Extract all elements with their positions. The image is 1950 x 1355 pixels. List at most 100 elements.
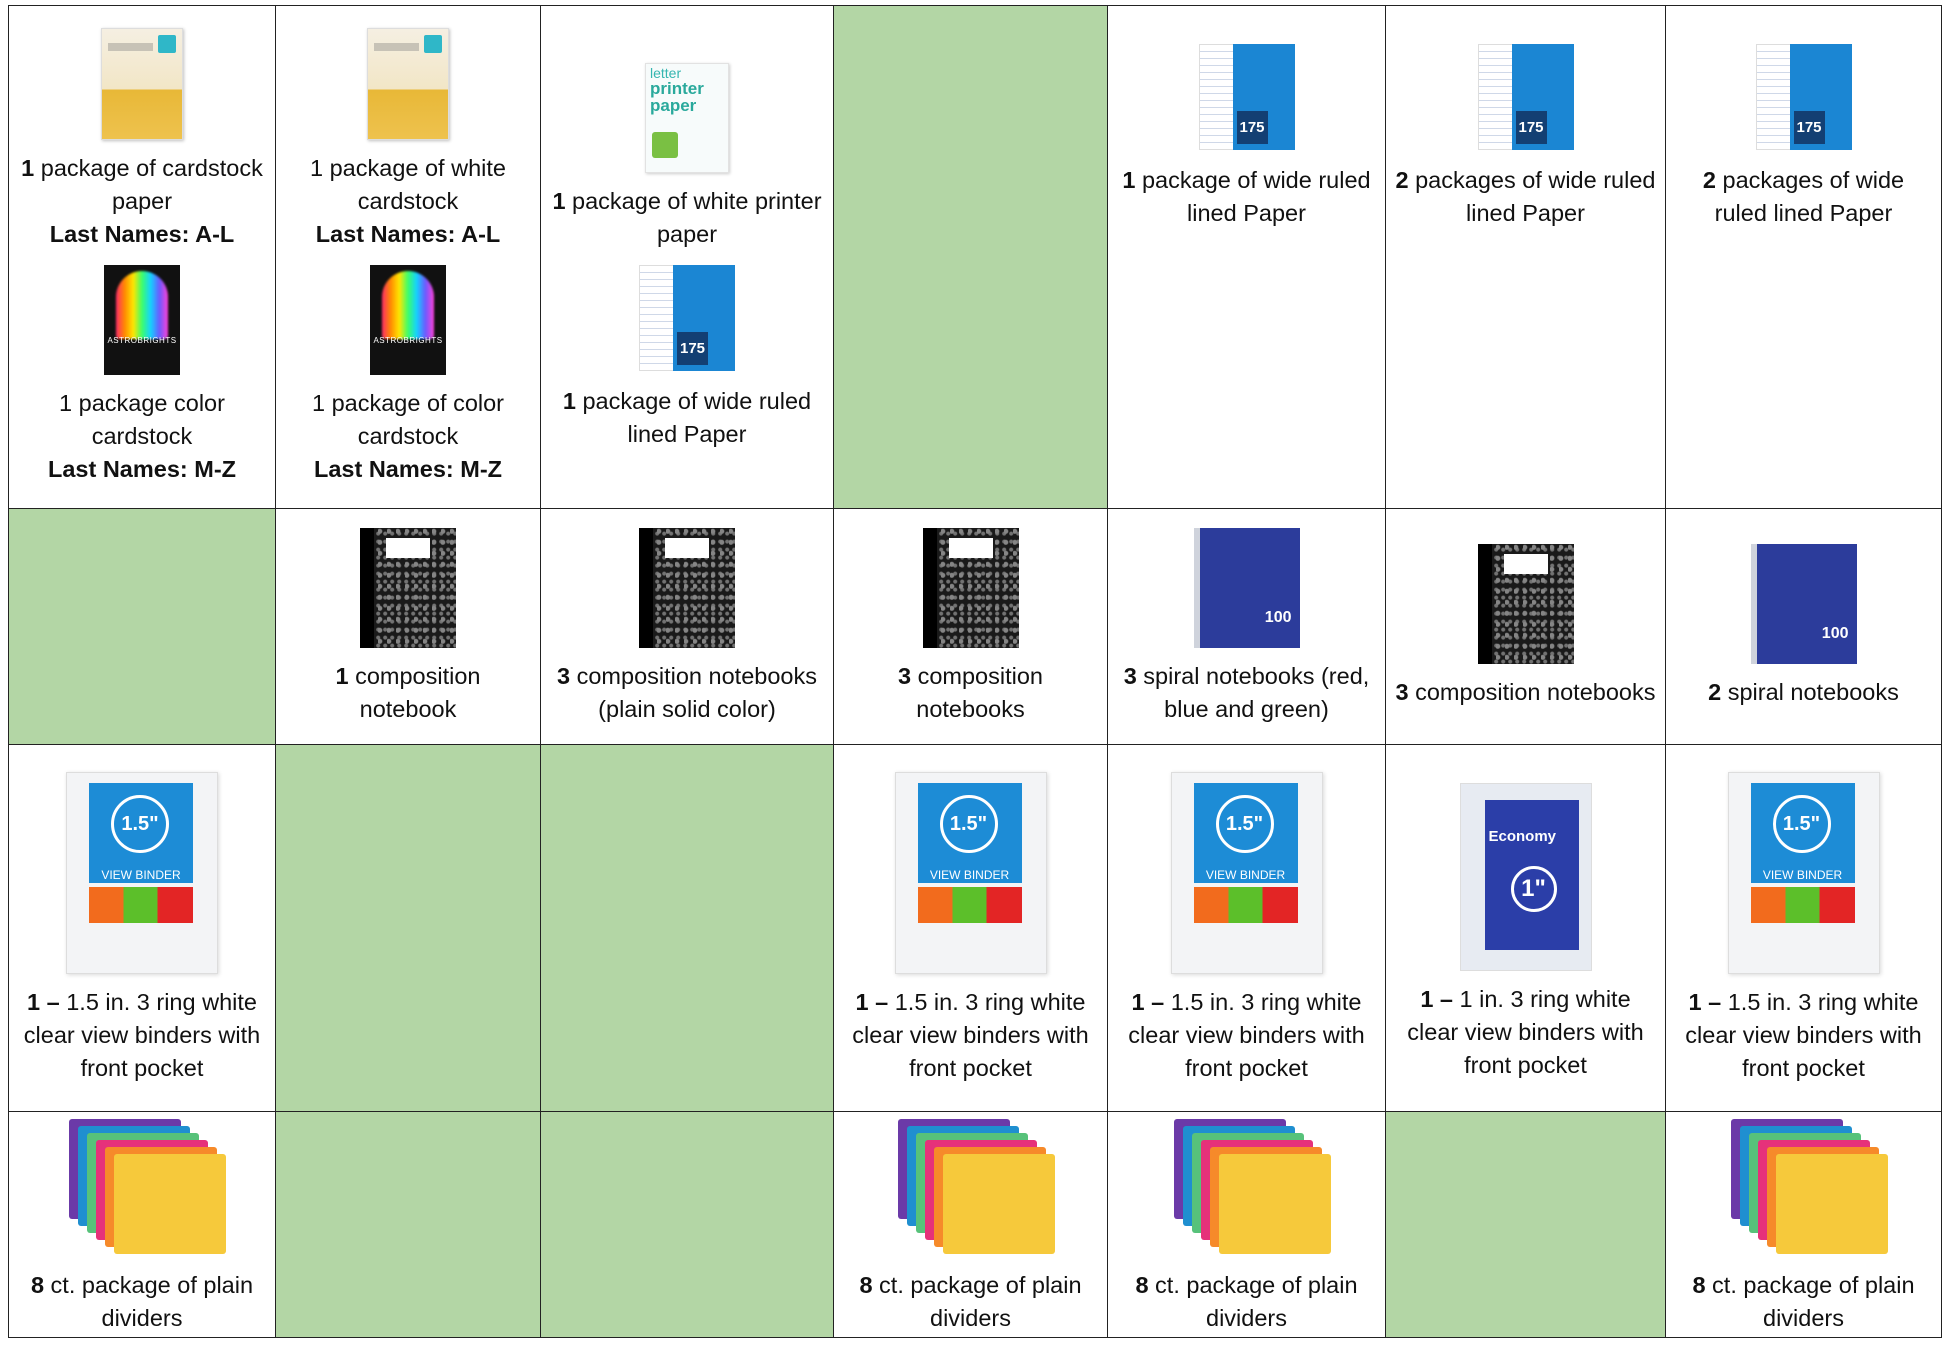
supply-quantity: 2 [1708,679,1722,705]
supply-text: 1 – 1.5 in. 3 ring white clear view bind… [1109,986,1385,1085]
supply-cell: 1 composition notebook [275,508,541,745]
supply-quantity: 1 [562,388,576,414]
empty-cell [833,5,1108,509]
supply-quantity: 1 [21,155,35,181]
supply-text: 8 ct. package of plain dividers [10,1269,275,1335]
supply-cell: 2 packages of wide ruled lined Paper [1665,5,1942,509]
supply-quantity: 1 – [27,988,60,1015]
empty-cell [275,1111,541,1338]
supply-quantity: 1 – [1131,988,1165,1015]
supply-cell: 3 composition notebooks [833,508,1108,745]
supply-text: 1 – 1.5 in. 3 ring white clear view bind… [835,986,1107,1085]
spiral-notebook-icon [1193,527,1300,648]
supply-description: ct. package of plain dividers [872,1271,1082,1331]
supply-cell: 1.5" VIEW BINDER 1 – 1.5 in. 3 ring white … [1107,744,1386,1112]
view-binder-icon: 1.5" VIEW BINDER [66,771,218,974]
supply-text: 8 ct. package of plain dividers [835,1269,1107,1335]
supply-text: 2 packages of wide ruled lined Paper [1667,164,1941,230]
dividers-icon [1719,1115,1889,1257]
supply-quantity: 8 [859,1271,873,1298]
supply-description: 1.5 in. 3 ring white clear view binders … [852,988,1089,1081]
supply-text: 1 package of white printer paper [542,185,833,251]
composition-notebook-icon [922,527,1019,648]
dividers-icon [886,1115,1056,1257]
supply-description: package of wide ruled lined Paper [575,388,812,447]
avery-binder-icon: Economy 1" [1459,783,1592,971]
supply-description: ct. package of plain dividers [1148,1271,1358,1331]
supply-quantity: 8 [1692,1271,1706,1298]
supply-text: 3 composition notebooks [1388,676,1664,709]
supply-description: packages of wide ruled lined Paper [1408,167,1656,226]
supply-text: 3 spiral notebooks (red, blue and green) [1109,660,1385,726]
supply-text: 3 composition notebooks (plain solid col… [542,660,833,726]
supply-description: package of wide ruled lined Paper [1135,167,1371,226]
supply-quantity: 3 [1123,662,1137,689]
supply-description: package of cardstock paper [34,155,263,214]
cardstock-package-icon [101,28,183,140]
binder-ring-size: 1.5" [111,794,169,853]
supply-cell: 8 ct. package of plain dividers [8,1111,276,1338]
empty-cell [540,1111,834,1338]
supply-cell: 8 ct. package of plain dividers [1665,1111,1942,1338]
printer-paper-icon: letter printer paper [645,63,729,173]
supply-quantity: 1 [552,188,566,214]
spiral-notebook-icon [1750,544,1857,664]
supply-cell: 1.5" VIEW BINDER 1 – 1.5 in. 3 ring white … [8,744,276,1112]
supply-text: 1 – 1.5 in. 3 ring white clear view bind… [1667,986,1941,1085]
supply-description: ct. package of plain dividers [1705,1271,1915,1331]
supply-description: composition notebooks [1408,679,1656,705]
supply-description: 1.5 in. 3 ring white clear view binders … [1685,988,1922,1081]
supply-cell: 8 ct. package of plain dividers [1107,1111,1386,1338]
supply-cell: 3 composition notebooks (plain solid col… [540,508,834,745]
empty-cell [540,744,834,1112]
supply-cell: 1 package of cardstock paper Last Names: … [8,5,276,509]
supply-description: composition notebooks (plain solid color… [570,662,817,722]
supply-quantity: 1 – [1688,988,1722,1015]
supply-text: 1 – 1 in. 3 ring white clear view binder… [1387,983,1665,1082]
view-binder-icon: 1.5" VIEW BINDER [1727,771,1880,974]
dividers-icon [1162,1115,1332,1257]
supply-cell: 2 packages of wide ruled lined Paper [1385,5,1666,509]
avery-brand: Economy [1488,828,1557,845]
filler-paper-icon [1198,44,1295,152]
supply-quantity: 2 [1395,167,1409,193]
composition-notebook-icon [639,527,735,648]
avery-ring-size: 1" [1510,866,1557,912]
supply-quantity: 1 – [1420,986,1453,1012]
supply-text: 2 spiral notebooks [1700,676,1907,709]
table-row: 1 package of cardstock paper Last Names: … [8,5,1942,509]
composition-notebook-icon [1477,544,1574,664]
supply-description: 1 package color cardstock [59,390,225,449]
filler-paper-icon [1477,44,1574,152]
last-names-note: Last Names: M-Z [313,456,503,482]
supply-cell: Economy 1" 1 – 1 in. 3 ring white clear vi… [1385,744,1666,1112]
supply-description: spiral notebooks (red, blue and green) [1136,662,1370,722]
supply-quantity: 1 – [855,988,889,1015]
table-row: 8 ct. package of plain dividers 8 ct. pac… [8,1111,1942,1338]
supply-description: spiral notebooks [1721,679,1899,705]
supply-text: 2 packages of wide ruled lined Paper [1387,164,1665,230]
supply-text: 1 package of wide ruled lined Paper [542,385,833,451]
empty-cell [8,508,276,745]
supply-cell: 2 spiral notebooks [1665,508,1942,745]
supply-description: 1 package of white cardstock [310,155,506,214]
supply-grid: 1 package of cardstock paper Last Names: … [8,5,1942,1338]
supply-text: 1 package of wide ruled lined Paper [1109,164,1385,230]
view-binder-icon: 1.5" VIEW BINDER [894,771,1047,974]
last-names-note: Last Names: M-Z [47,456,237,482]
supply-cell: 3 spiral notebooks (red, blue and green) [1107,508,1386,745]
supply-text: 1 package of white cardstock [277,152,540,218]
supply-text: 1 package of color cardstock [277,387,540,453]
supply-quantity: 2 [1702,167,1716,193]
filler-paper-icon [639,265,735,373]
view-binder-icon: 1.5" VIEW BINDER [1170,771,1323,974]
supply-cell: 8 ct. package of plain dividers [833,1111,1108,1338]
last-names-note: Last Names: A-L [49,221,235,247]
supply-quantity: 1 [1122,167,1136,193]
printer-paper-label-main: printer paper [650,79,704,115]
supply-description: package of white printer paper [565,188,822,247]
supply-cell: 3 composition notebooks [1385,508,1666,745]
supply-description: composition notebook [348,662,481,722]
supply-description: 1.5 in. 3 ring white clear view binders … [1128,988,1365,1081]
table-row: 1 composition notebook 3 composition note… [8,508,1942,745]
